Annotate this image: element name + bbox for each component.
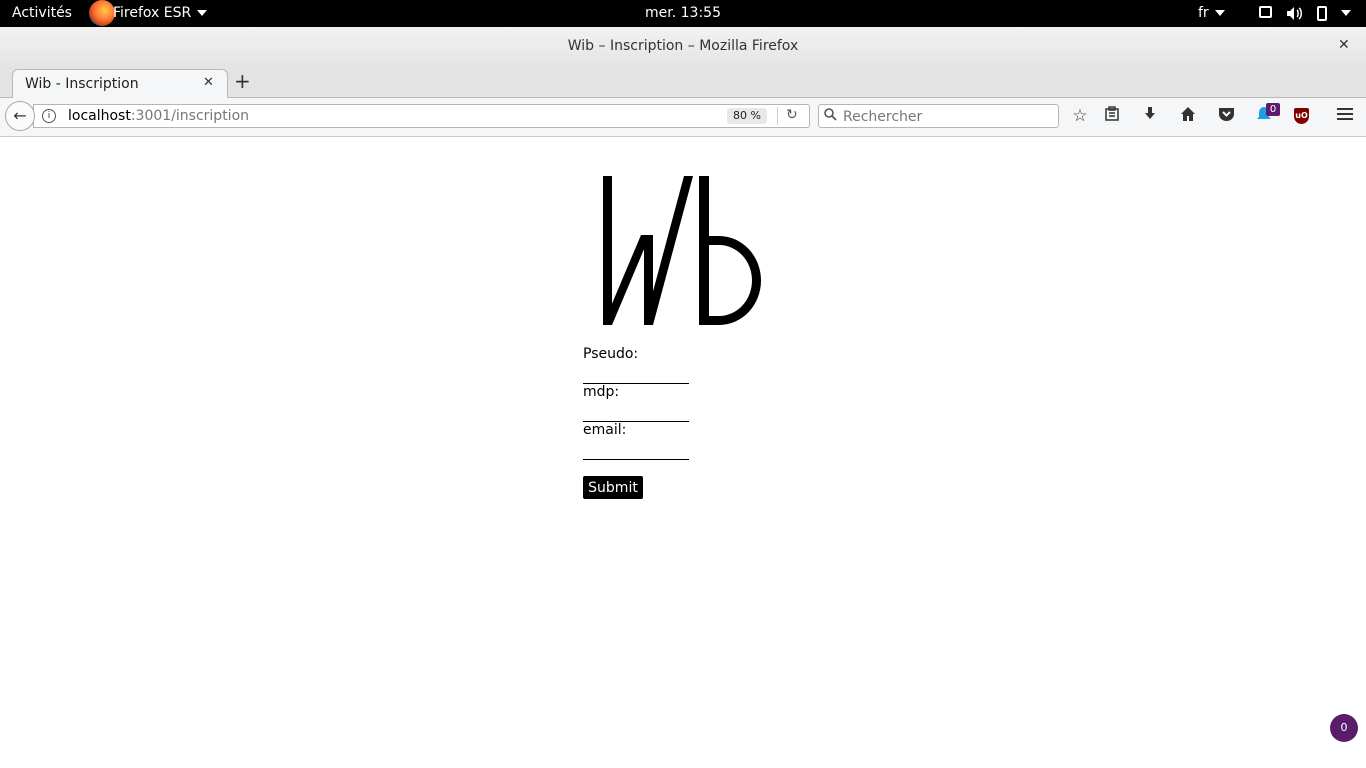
url-path: :3001/inscription: [130, 108, 250, 124]
info-icon[interactable]: i: [42, 109, 56, 123]
url-host: localhost: [68, 108, 131, 124]
app-menu-label: Firefox ESR: [113, 5, 192, 21]
library-icon[interactable]: [1101, 106, 1123, 128]
mdp-input[interactable]: [583, 403, 689, 422]
new-tab-icon[interactable]: +: [234, 69, 251, 93]
pseudo-input[interactable]: [583, 365, 689, 384]
volume-icon[interactable]: [1286, 6, 1304, 21]
language-label: fr: [1198, 5, 1209, 21]
chevron-down-icon: [1214, 10, 1225, 16]
search-bar[interactable]: [818, 104, 1059, 128]
floating-counter-badge[interactable]: 0: [1330, 714, 1358, 742]
url-bar[interactable]: i localhost:3001/inscription 80 % ↻: [33, 104, 810, 128]
notification-badge: 0: [1266, 103, 1280, 116]
window-titlebar: Wib – Inscription – Mozilla Firefox ✕: [0, 27, 1366, 68]
screen-icon[interactable]: [1259, 6, 1272, 18]
firefox-logo-icon: [89, 0, 115, 26]
gnome-top-bar: Activités Firefox ESR mer. 13:55 fr: [0, 0, 1366, 27]
home-icon[interactable]: [1177, 106, 1199, 128]
page-content: Pseudo: mdp: email: Submit 0: [0, 137, 1366, 768]
bookmark-star-icon[interactable]: ☆: [1069, 106, 1091, 128]
email-input[interactable]: [583, 441, 689, 460]
tab-strip: Wib - Inscription ✕ +: [0, 67, 1366, 98]
tab-wib-inscription[interactable]: Wib - Inscription ✕: [12, 69, 228, 98]
window-close-icon[interactable]: ✕: [1338, 37, 1350, 53]
search-icon: [824, 108, 837, 124]
downloads-icon[interactable]: [1139, 106, 1161, 128]
inscription-form: Pseudo: mdp: email: Submit: [583, 346, 689, 499]
chevron-down-icon: [197, 10, 208, 16]
search-input[interactable]: [841, 106, 1055, 128]
hamburger-menu-icon[interactable]: [1334, 106, 1356, 128]
pocket-icon[interactable]: [1215, 106, 1237, 128]
email-label: email:: [583, 422, 627, 438]
zoom-level-button[interactable]: 80 %: [727, 108, 767, 124]
pseudo-label: Pseudo:: [583, 346, 639, 362]
battery-icon[interactable]: [1317, 6, 1327, 21]
submit-button[interactable]: Submit: [583, 476, 643, 499]
url-text[interactable]: localhost:3001/inscription: [68, 108, 249, 124]
back-button[interactable]: ←: [5, 101, 35, 131]
tab-close-icon[interactable]: ✕: [203, 75, 214, 90]
navigation-bar: i localhost:3001/inscription 80 % ↻ ← ☆: [0, 98, 1366, 137]
tab-title: Wib - Inscription: [25, 76, 139, 92]
reload-icon[interactable]: ↻: [786, 107, 798, 123]
app-menu[interactable]: Firefox ESR: [113, 5, 208, 21]
window-title: Wib – Inscription – Mozilla Firefox: [567, 38, 799, 54]
system-menu-chevron-icon[interactable]: [1341, 10, 1351, 16]
wib-logo: [603, 175, 768, 331]
arrow-left-icon: ←: [13, 106, 27, 125]
mdp-label: mdp:: [583, 384, 620, 400]
ublock-shield-icon[interactable]: uO: [1294, 108, 1309, 124]
language-selector[interactable]: fr: [1198, 5, 1225, 21]
url-bar-separator: [777, 107, 778, 125]
activities-button[interactable]: Activités: [12, 5, 72, 21]
